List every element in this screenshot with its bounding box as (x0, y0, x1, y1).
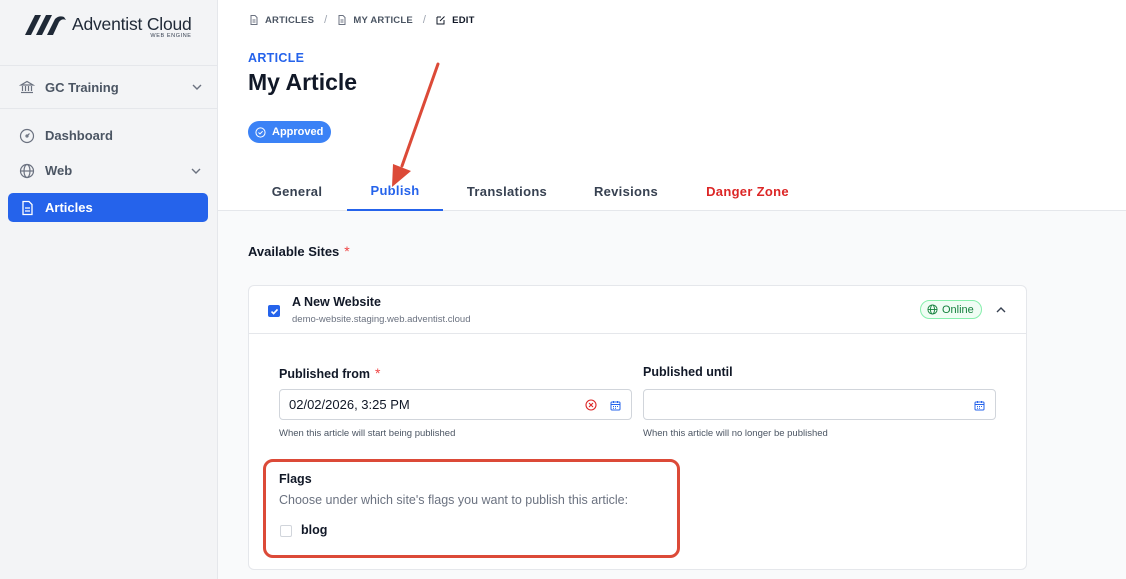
tab-publish[interactable]: Publish (347, 172, 443, 211)
required-mark: * (374, 365, 381, 381)
sidebar-item-label: Articles (45, 200, 93, 215)
globe-icon (19, 163, 35, 178)
sidebar-item-label: Web (45, 163, 73, 178)
online-label: Online (942, 303, 974, 316)
dashboard-icon (19, 128, 35, 143)
tab-revisions[interactable]: Revisions (571, 172, 681, 211)
site-name: A New Website (292, 295, 381, 309)
file-icon (250, 15, 258, 25)
sidebar: Adventist Cloud WEB ENGINE GC Training D… (0, 0, 218, 579)
sidebar-item-web[interactable]: Web (8, 156, 208, 185)
globe-icon (927, 304, 938, 315)
breadcrumb: ARTICLES / MY ARTICLE / EDIT (249, 14, 475, 26)
tab-general[interactable]: General (248, 172, 346, 211)
logo[interactable]: Adventist Cloud WEB ENGINE (22, 13, 192, 39)
edit-icon (436, 16, 446, 25)
tab-danger-zone[interactable]: Danger Zone (682, 172, 813, 211)
published-until-input[interactable] (643, 389, 996, 420)
published-from-hint: When this article will start being publi… (279, 428, 456, 439)
file-icon (338, 15, 346, 25)
page-kicker: ARTICLE (248, 51, 305, 65)
published-from-label: Published from * (279, 365, 380, 381)
breadcrumb-separator: / (422, 14, 427, 26)
tab-bar: General Publish Translations Revisions D… (248, 172, 813, 211)
brand-name: Adventist Cloud (72, 14, 192, 34)
annotation-highlight-box (263, 459, 680, 558)
breadcrumb-edit: EDIT (436, 15, 474, 26)
tab-translations[interactable]: Translations (444, 172, 570, 211)
sidebar-item-dashboard[interactable]: Dashboard (8, 121, 208, 150)
check-icon (270, 308, 278, 315)
calendar-icon[interactable] (610, 400, 621, 411)
site-url: demo-website.staging.web.adventist.cloud (292, 314, 471, 325)
sidebar-item-articles[interactable]: Articles (8, 193, 208, 222)
chevron-up-icon[interactable] (995, 304, 1007, 316)
breadcrumb-label: MY ARTICLE (353, 14, 413, 26)
status-badge-label: Approved (272, 126, 324, 138)
published-from-text: Published from (279, 367, 370, 381)
check-circle-icon (255, 126, 266, 138)
published-until-hint: When this article will no longer be publ… (643, 428, 828, 439)
breadcrumb-articles[interactable]: ARTICLES (249, 15, 314, 26)
article-icon (22, 200, 33, 215)
breadcrumb-label: EDIT (452, 14, 475, 26)
breadcrumb-my-article[interactable]: MY ARTICLE (337, 15, 413, 26)
site-checkbox[interactable] (268, 305, 280, 317)
chevron-down-icon (191, 168, 201, 174)
available-sites-label: Available Sites * (248, 243, 350, 259)
online-badge: Online (920, 300, 982, 319)
organization-name: GC Training (45, 79, 119, 95)
status-badge: Approved (248, 121, 332, 143)
logo-icon (25, 15, 66, 35)
bank-icon (19, 80, 35, 94)
clear-icon[interactable] (585, 399, 597, 411)
chevron-down-icon (192, 84, 202, 90)
published-from-value: 02/02/2026, 3:25 PM (289, 397, 410, 412)
brand-subtitle: WEB ENGINE (150, 33, 192, 39)
published-until-label: Published until (643, 365, 733, 379)
breadcrumb-label: ARTICLES (265, 14, 315, 26)
page-title: My Article (248, 69, 358, 95)
published-from-input[interactable]: 02/02/2026, 3:25 PM (279, 389, 632, 420)
breadcrumb-separator: / (324, 14, 328, 26)
organization-selector[interactable]: GC Training (0, 65, 217, 109)
required-mark: * (344, 243, 350, 259)
site-card-header[interactable]: A New Website demo-website.staging.web.a… (249, 286, 1026, 334)
available-sites-text: Available Sites (248, 244, 340, 259)
sidebar-item-label: Dashboard (45, 128, 113, 143)
calendar-icon[interactable] (974, 400, 985, 411)
